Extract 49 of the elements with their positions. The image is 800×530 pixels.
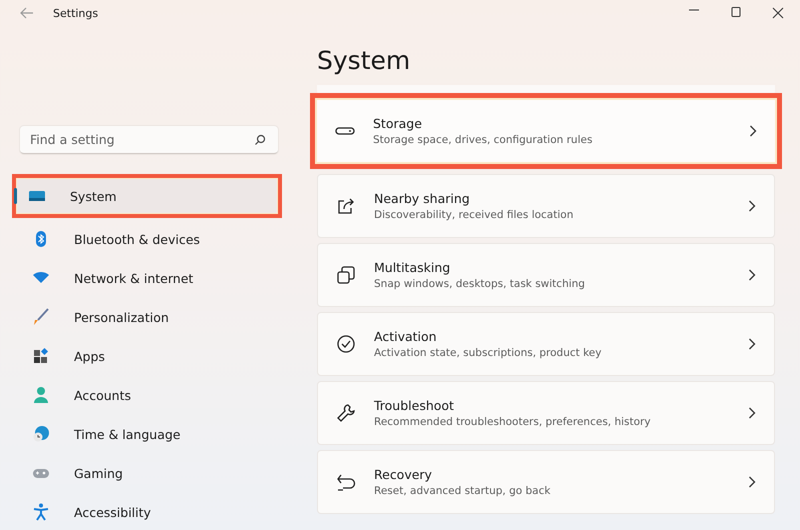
sidebar-item[interactable]: Accounts [16,377,278,413]
card-title: Troubleshoot [374,398,455,413]
settings-card[interactable]: Troubleshoot Recommended troubleshooters, preferences, history [317,381,775,445]
settings-card[interactable]: Activation Activation state, subscriptions, product key [317,312,775,376]
share-icon [336,196,356,216]
card-description: Recommended troubleshooters, preferences, history [374,416,652,428]
sidebar-item[interactable]: Personalization [16,299,278,335]
sidebar-item[interactable]: Accessibility [16,494,278,530]
person-icon [32,386,50,404]
sidebar-item[interactable]: Gaming [16,455,278,491]
recovery-icon [336,472,356,492]
card-description: Reset, advanced startup, go back [374,485,552,497]
maximize-icon[interactable] [730,7,742,19]
close-icon[interactable] [772,7,784,19]
card-description: Activation state, subscriptions, product key [374,347,602,359]
sidebar-item[interactable]: Network & internet [16,260,278,296]
chevron-right-icon [748,200,756,212]
sidebar-item[interactable]: Apps [16,338,278,374]
wrench-icon [336,403,356,423]
settings-card[interactable]: Multitasking Snap windows, desktops, task switching [317,243,775,307]
sidebar-item[interactable]: System [12,174,282,218]
settings-card[interactable]: Nearby sharing Discoverability, received files location [317,174,775,238]
card-description: Storage space, drives, configuration rules [373,134,594,146]
apps-grid-icon [32,347,50,365]
chevron-right-icon [748,476,756,488]
card-title: Multitasking [374,260,452,275]
settings-card[interactable]: Storage Storage space, drives, configuration rules [310,93,782,169]
chevron-right-icon [748,407,756,419]
chevron-right-icon [748,338,756,350]
card-title: Nearby sharing [374,191,471,206]
brush-icon [32,308,50,326]
chevron-right-icon [748,269,756,281]
card-title: Storage [373,116,423,131]
chevron-right-icon [749,125,757,137]
search-field[interactable]: Find a setting [20,126,278,154]
settings-card[interactable]: Recovery Reset, advanced startup, go back [317,450,775,514]
card-title: Recovery [374,467,433,482]
window-title: Settings [53,6,98,20]
check-circle-icon [336,334,356,354]
card-title: Activation [374,329,438,344]
sidebar-item[interactable]: Time & language [16,416,278,452]
card-description: Snap windows, desktops, task switching [374,278,586,290]
accessibility-icon [32,503,50,521]
windows-stack-icon [336,265,356,285]
globe-clock-icon [32,425,50,443]
sidebar-item[interactable]: Bluetooth & devices [16,221,278,257]
page-title: System [317,46,412,77]
search-icon [254,134,266,146]
card-description: Discoverability, received files location [374,209,574,221]
